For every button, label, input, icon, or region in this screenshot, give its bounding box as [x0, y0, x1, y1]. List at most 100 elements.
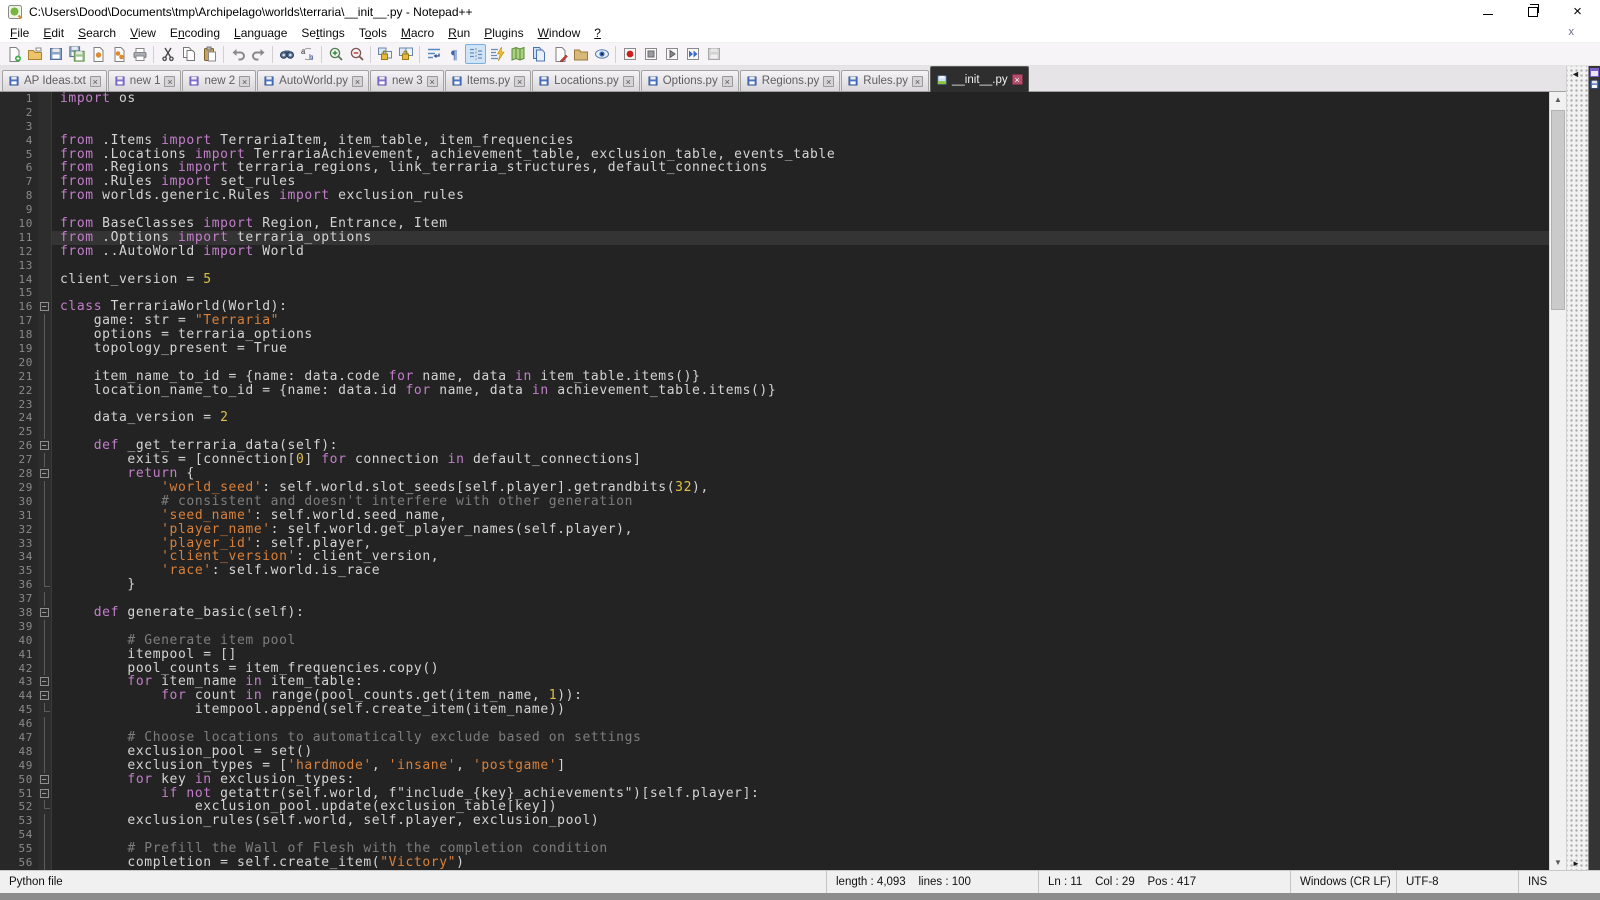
macro-save-button[interactable] — [703, 44, 724, 64]
code-line-23: 23 — [0, 398, 1549, 412]
scroll-up-icon[interactable]: ▲ — [1550, 95, 1566, 104]
tab-close-icon[interactable]: × — [90, 76, 101, 87]
document-list-button[interactable] — [528, 44, 549, 64]
indent-guide-button[interactable] — [465, 44, 486, 64]
tab-close-icon[interactable]: × — [239, 76, 250, 87]
zoom-out-button[interactable] — [346, 44, 367, 64]
fold-margin[interactable]: − — [38, 467, 52, 481]
tab-autoworld-py[interactable]: AutoWorld.py× — [257, 70, 369, 91]
menu-settings[interactable]: Settings — [294, 24, 351, 42]
fold-margin[interactable]: − — [38, 300, 52, 314]
zoom-in-button[interactable] — [325, 44, 346, 64]
tab-new-1[interactable]: new 1× — [108, 70, 182, 91]
tab-ap-ideas-txt[interactable]: AP Ideas.txt × — [2, 70, 107, 91]
menu-[interactable]: ? — [587, 24, 608, 42]
tab-locations-py[interactable]: Locations.py× — [532, 70, 640, 91]
tab-new-3[interactable]: new 3× — [370, 70, 444, 91]
tab-close-icon[interactable]: × — [514, 76, 525, 87]
menu-language[interactable]: Language — [227, 24, 294, 42]
menu-plugins[interactable]: Plugins — [477, 24, 530, 42]
tab-close-icon[interactable]: × — [823, 76, 834, 87]
docked-panel-splitter[interactable]: ◄ ► — [1566, 66, 1588, 870]
document-list-icon — [531, 46, 547, 62]
save-button[interactable] — [45, 44, 66, 64]
menu-run[interactable]: Run — [441, 24, 477, 42]
minimize-button[interactable] — [1465, 0, 1510, 23]
sync-scroll-horizontal-button[interactable] — [395, 44, 416, 64]
menu-tools[interactable]: Tools — [352, 24, 394, 42]
print-button[interactable] — [129, 44, 150, 64]
tab-close-icon[interactable]: × — [623, 76, 634, 87]
menu-file[interactable]: File — [3, 24, 36, 42]
docked-panel-edge — [1588, 66, 1600, 870]
sync-scroll-vertical-button[interactable] — [374, 44, 395, 64]
tab-options-py[interactable]: Options.py× — [641, 70, 739, 91]
code-area[interactable]: 1import os234from .Items import Terraria… — [0, 92, 1549, 870]
page-edit-button[interactable] — [549, 44, 570, 64]
word-wrap-button[interactable] — [423, 44, 444, 64]
replace-button[interactable]: ab — [297, 44, 318, 64]
show-all-characters-button[interactable]: ¶ — [444, 44, 465, 64]
fold-margin[interactable]: − — [38, 439, 52, 453]
fold-margin[interactable]: − — [38, 689, 52, 703]
undo-button[interactable] — [227, 44, 248, 64]
menu-search[interactable]: Search — [71, 24, 123, 42]
macro-stop-button[interactable] — [640, 44, 661, 64]
paste-button[interactable] — [199, 44, 220, 64]
tab-regions-py[interactable]: Regions.py× — [740, 70, 841, 91]
folder-workspace-button[interactable] — [570, 44, 591, 64]
vertical-scrollbar[interactable]: ▲ ▼ — [1549, 92, 1566, 870]
tab-close-icon[interactable]: × — [164, 76, 175, 87]
status-insert-mode[interactable]: INS — [1518, 871, 1600, 893]
scrollbar-thumb[interactable] — [1551, 110, 1565, 310]
status-eol-format[interactable]: Windows (CR LF) — [1290, 871, 1396, 893]
save-all-button[interactable] — [66, 44, 87, 64]
monitoring-eye-button[interactable] — [591, 44, 612, 64]
fold-margin — [38, 550, 52, 564]
fold-margin — [38, 662, 52, 676]
menu-macro[interactable]: Macro — [394, 24, 441, 42]
tab-close-icon[interactable]: × — [427, 76, 438, 87]
tab-init-py[interactable]: __init__.py× — [930, 66, 1029, 92]
code-text — [52, 106, 1549, 120]
close-button[interactable]: × — [1555, 0, 1600, 23]
cut-button[interactable] — [157, 44, 178, 64]
tab-close-icon[interactable]: × — [722, 76, 733, 87]
splitter-arrow-icon[interactable]: ► — [1572, 859, 1580, 868]
menu-window[interactable]: Window — [531, 24, 588, 42]
menu-edit[interactable]: Edit — [36, 24, 71, 42]
fold-margin[interactable]: − — [38, 675, 52, 689]
tab-scroll-left-icon[interactable]: ◄ — [1571, 69, 1580, 79]
code-text: class TerrariaWorld(World): — [52, 300, 1549, 314]
macro-play-button[interactable] — [661, 44, 682, 64]
lightning-button[interactable] — [486, 44, 507, 64]
macro-record-button[interactable] — [619, 44, 640, 64]
fold-margin — [38, 286, 52, 300]
tab-label: AP Ideas.txt — [24, 75, 86, 87]
restore-button[interactable] — [1510, 0, 1555, 23]
menu-view[interactable]: View — [123, 24, 163, 42]
tab-close-icon[interactable]: × — [352, 76, 363, 87]
copy-button[interactable] — [178, 44, 199, 64]
fold-margin[interactable]: − — [38, 606, 52, 620]
open-folder-button[interactable] — [24, 44, 45, 64]
panel-file-icon — [1590, 80, 1599, 89]
tab-close-icon[interactable]: × — [1012, 74, 1023, 85]
status-encoding[interactable]: UTF-8 — [1396, 871, 1518, 893]
fold-margin[interactable]: − — [38, 773, 52, 787]
document-map-button[interactable] — [507, 44, 528, 64]
close-all-button[interactable] — [108, 44, 129, 64]
find-button[interactable] — [276, 44, 297, 64]
fold-margin[interactable]: − — [38, 787, 52, 801]
new-file-button[interactable] — [3, 44, 24, 64]
tab-new-2[interactable]: new 2× — [182, 70, 256, 91]
macro-run-multiple-button[interactable] — [682, 44, 703, 64]
close-button[interactable] — [87, 44, 108, 64]
menu-encoding[interactable]: Encoding — [163, 24, 227, 42]
panel-close-icon[interactable]: x — [1569, 27, 1575, 38]
redo-button[interactable] — [248, 44, 269, 64]
tab-items-py[interactable]: Items.py× — [445, 70, 531, 91]
tab-close-icon[interactable]: × — [912, 76, 923, 87]
scroll-down-icon[interactable]: ▼ — [1550, 858, 1566, 867]
tab-rules-py[interactable]: Rules.py× — [841, 70, 929, 91]
